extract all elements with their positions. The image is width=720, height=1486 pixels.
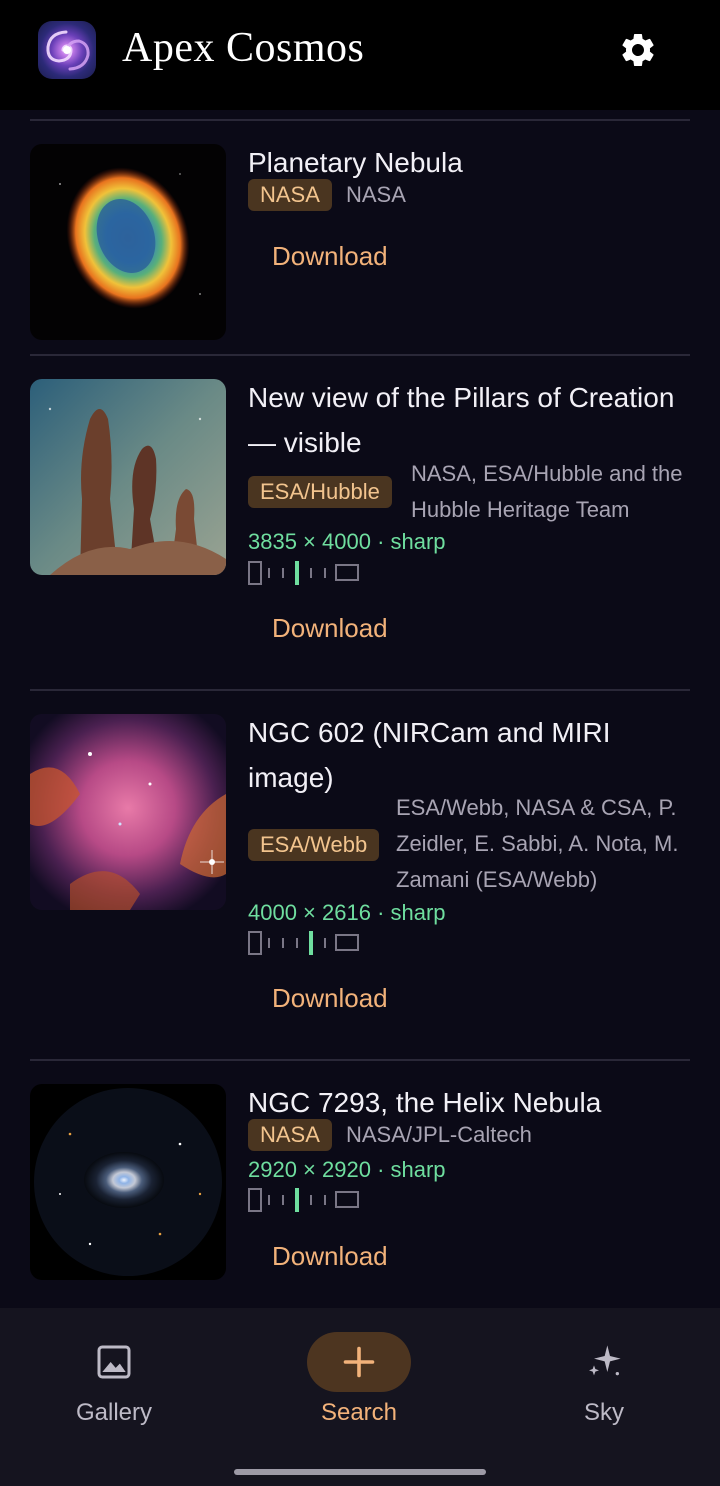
nav-label-search: Search [320, 1399, 398, 1426]
nav-label-sky: Sky [583, 1399, 624, 1426]
nav-label-gallery: Gallery [75, 1399, 153, 1426]
nav-item-search[interactable]: Search [259, 1308, 459, 1458]
sparkle-icon [589, 1345, 621, 1376]
galaxy-logo-icon [38, 21, 96, 79]
source-badge: ESA/Hubble [248, 476, 392, 508]
result-thumbnail[interactable] [30, 714, 226, 910]
aspect-ratio-icon [248, 931, 359, 955]
divider [30, 119, 690, 121]
result-title: New view of the Pillars of Creation — vi… [248, 382, 675, 458]
download-button[interactable]: Download [254, 972, 406, 1024]
source-badge: NASA [248, 179, 332, 211]
nav-icon-wrap [307, 1332, 411, 1392]
credit-text: ESA/Webb, NASA & CSA, P. Zeidler, E. Sab… [396, 795, 679, 892]
search-results-list[interactable]: Planetary Nebula NASA NASA Download New … [0, 110, 720, 1308]
result-title: NGC 602 (NIRCam and MIRI image) [248, 717, 611, 793]
result-thumbnail[interactable] [30, 144, 226, 340]
divider [30, 354, 690, 356]
nav-item-sky[interactable]: Sky [504, 1308, 704, 1458]
credit-text: NASA/JPL-Caltech [346, 1122, 532, 1147]
download-button[interactable]: Download [254, 230, 406, 282]
result-thumbnail[interactable] [30, 1084, 226, 1280]
bottom-navigation: Gallery Search Sky [0, 1308, 720, 1486]
divider [30, 689, 690, 691]
nav-icon-wrap [552, 1332, 656, 1392]
app-title: Apex Cosmos [122, 25, 365, 71]
nav-item-gallery[interactable]: Gallery [14, 1308, 214, 1458]
gear-icon [622, 33, 654, 66]
resolution-text: 2920 × 2920 · sharp [248, 1157, 446, 1182]
divider [30, 1059, 690, 1061]
plus-icon [343, 1346, 375, 1378]
credit-text: NASA, ESA/Hubble and the Hubble Heritage… [411, 461, 683, 522]
nav-icon-wrap [62, 1332, 166, 1392]
aspect-ratio-icon [248, 561, 359, 585]
app-header: Apex Cosmos [0, 0, 720, 110]
source-badge: NASA [248, 1119, 332, 1151]
home-indicator[interactable] [234, 1469, 486, 1475]
result-thumbnail[interactable] [30, 379, 226, 575]
settings-button[interactable] [612, 24, 664, 76]
download-button[interactable]: Download [254, 602, 406, 654]
aspect-ratio-icon [248, 1188, 359, 1212]
resolution-text: 4000 × 2616 · sharp [248, 900, 446, 925]
download-button[interactable]: Download [254, 1230, 406, 1282]
resolution-text: 3835 × 4000 · sharp [248, 529, 446, 554]
source-badge: ESA/Webb [248, 829, 380, 861]
image-icon [97, 1345, 131, 1379]
credit-text: NASA [346, 182, 406, 207]
